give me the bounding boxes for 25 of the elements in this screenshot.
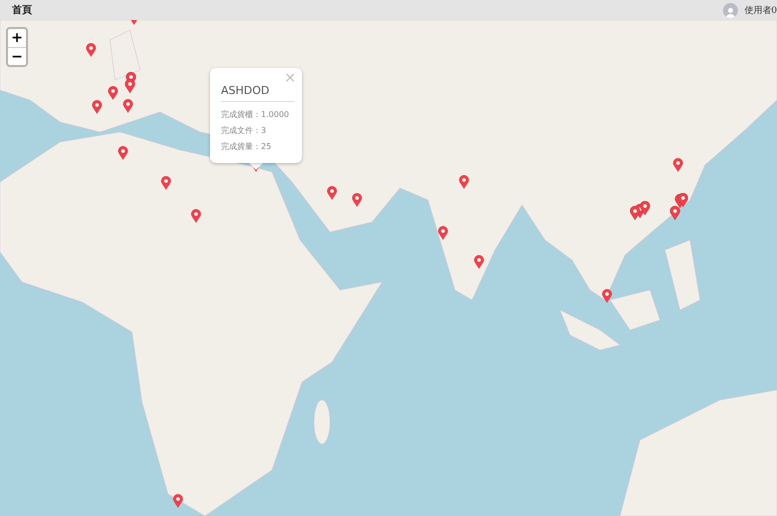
page-title: 首頁 <box>12 4 32 17</box>
map-pin-cluster-icon[interactable] <box>125 72 136 93</box>
popup-detail: 完成貨櫃：1.0000 <box>221 109 290 121</box>
map-pin-icon[interactable] <box>118 146 128 160</box>
zoom-in-button[interactable]: + <box>8 29 26 47</box>
map-pin-icon[interactable] <box>123 99 133 113</box>
map-pin-icon[interactable] <box>191 209 201 223</box>
map-pin-icon[interactable] <box>86 43 96 57</box>
map-pin-icon[interactable] <box>108 86 118 100</box>
map-pin-cluster-icon[interactable] <box>630 201 650 220</box>
map-pin-icon[interactable] <box>327 186 337 200</box>
map-pin-icon[interactable] <box>438 226 448 240</box>
zoom-out-button[interactable]: − <box>8 47 26 65</box>
popup-detail: 完成貨量：25 <box>221 141 272 153</box>
map-pin-icon[interactable] <box>92 100 102 114</box>
map-pin-icon[interactable] <box>459 175 469 189</box>
map-pin-icon[interactable] <box>173 494 183 508</box>
map-pin-cluster-icon[interactable] <box>670 193 688 220</box>
map-pin-icon[interactable] <box>474 255 484 269</box>
popup-detail: 完成文件：3 <box>221 125 268 137</box>
map-pin-icon[interactable] <box>673 158 683 172</box>
map-pin-icon[interactable] <box>352 193 362 207</box>
map-pin-icon[interactable] <box>161 176 171 190</box>
user-name[interactable]: 使用者0 <box>744 4 777 16</box>
map-pin-icon[interactable] <box>602 289 612 303</box>
